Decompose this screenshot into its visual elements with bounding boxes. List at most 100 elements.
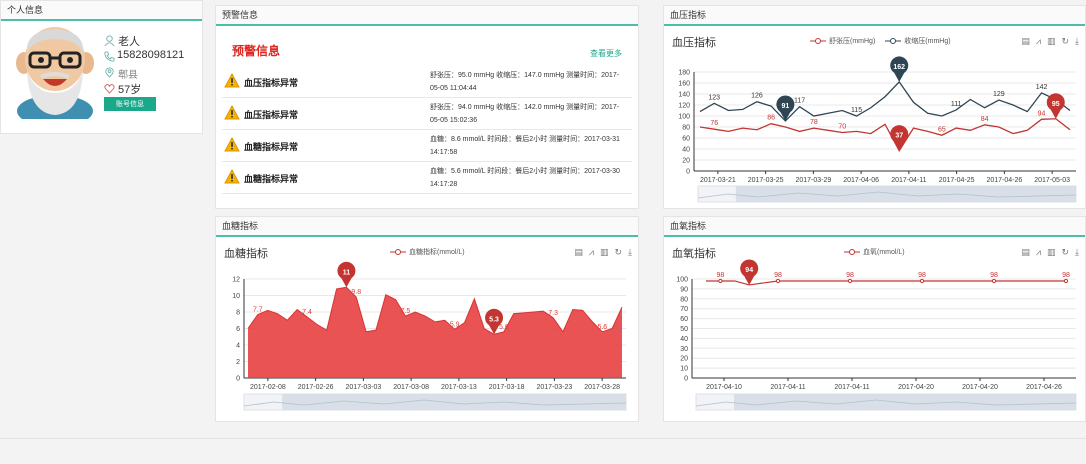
y-tick-label: 2 <box>236 359 240 366</box>
warning-row[interactable]: 血糖指标异常 血糖：5.6 mmol/L 时间段：餐后2小时 测量时间：2017-… <box>222 162 632 194</box>
y-tick-label: 90 <box>680 286 688 293</box>
y-tick-label: 0 <box>236 376 240 383</box>
warning-title: 血压指标异常 <box>244 110 299 120</box>
marker-pin[interactable]: 94 <box>740 259 759 285</box>
marker-pin-label: 5.3 <box>489 316 499 323</box>
profile-age: 57岁 <box>118 84 142 96</box>
marker-pin[interactable]: 162 <box>890 56 909 82</box>
x-tick-label: 2017-03-28 <box>584 384 620 391</box>
data-label: 117 <box>794 98 805 105</box>
x-tick-label: 2017-04-20 <box>898 384 934 391</box>
y-tick-label: 8 <box>236 310 240 317</box>
sugar-panel: 血糖指标 血糖指标 血糖指标(mmol/L) ▤ ⩘ ▥ ↻ ⤓ 0 2 4 6 8 10… <box>215 216 639 422</box>
data-label: 126 <box>751 93 763 100</box>
y-tick-label: 180 <box>678 70 690 77</box>
warning-detail: 舒张压：95.0 mmHg 收缩压：147.0 mmHg 测量时间：2017-0… <box>430 72 620 92</box>
x-tick-label: 2017-03-29 <box>795 177 831 184</box>
x-tick-label: 2017-02-26 <box>298 384 334 391</box>
oxygen-panel-title: 血氧指标 <box>664 217 1085 237</box>
marker-pin[interactable]: 95 <box>1046 93 1065 119</box>
y-tick-label: 10 <box>680 366 688 373</box>
oxygen-chart: 0 10 20 30 40 50 60 70 80 90 100 2017-04-10 2017-04-… <box>676 259 1077 411</box>
marker-pin-label: 37 <box>895 133 903 140</box>
y-tick-label: 4 <box>236 343 240 350</box>
y-tick-label: 60 <box>680 316 688 323</box>
data-label: 76 <box>710 120 718 127</box>
user-icon <box>104 35 115 46</box>
data-label: 98 <box>717 272 725 279</box>
x-tick-label: 2017-03-03 <box>345 384 381 391</box>
data-label: 5.6 <box>499 324 509 331</box>
x-tick-label: 2017-03-23 <box>536 384 572 391</box>
x-tick-label: 2017-03-25 <box>748 177 784 184</box>
marker-pin[interactable]: 91 <box>776 95 795 121</box>
y-tick-label: 20 <box>680 356 688 363</box>
marker-pin-label: 11 <box>343 269 351 276</box>
y-tick-label: 12 <box>232 277 240 284</box>
heart-icon <box>104 84 115 94</box>
y-tick-label: 140 <box>678 92 690 99</box>
warning-row[interactable]: 血压指标异常 舒张压：95.0 mmHg 收缩压：147.0 mmHg 测量时间：… <box>222 66 632 98</box>
sugar-panel-title: 血糖指标 <box>216 217 638 237</box>
y-tick-label: 6 <box>236 326 240 333</box>
x-tick-label: 2017-03-18 <box>489 384 525 391</box>
view-more-link[interactable]: 查看更多 <box>590 48 622 59</box>
diastolic-line <box>699 118 1071 152</box>
y-tick-label: 0 <box>686 169 690 176</box>
marker-pin-label: 95 <box>1052 101 1060 108</box>
avatar <box>16 27 94 119</box>
data-label: 7.7 <box>253 306 263 313</box>
x-tick-label: 2017-03-21 <box>700 177 736 184</box>
sugar-area <box>248 287 622 378</box>
data-label: 98 <box>990 272 998 279</box>
data-label: 7.4 <box>302 309 312 316</box>
data-label: 123 <box>708 94 720 101</box>
data-label: 94 <box>1038 110 1046 117</box>
data-label: 86 <box>767 115 775 122</box>
y-tick-label: 80 <box>682 125 690 132</box>
warning-row[interactable]: 血糖指标异常 血糖：8.6 mmol/L 时间段：餐后2小时 测量时间：2017-… <box>222 130 632 162</box>
marker-pin[interactable]: 11 <box>337 261 356 288</box>
data-label: 98 <box>774 272 782 279</box>
warning-icon <box>224 105 240 120</box>
warning-title: 血压指标异常 <box>244 78 299 88</box>
warning-detail: 血糖：8.6 mmol/L 时间段：餐后2小时 测量时间：2017-03-31 … <box>430 136 620 156</box>
warning-icon <box>224 169 240 184</box>
x-tick-label: 2017-04-26 <box>986 177 1022 184</box>
y-tick-label: 0 <box>684 376 688 383</box>
x-tick-label: 2017-04-11 <box>834 384 869 391</box>
data-label: 98 <box>918 272 926 279</box>
data-label: 129 <box>993 91 1005 98</box>
y-tick-label: 50 <box>680 326 688 333</box>
marker-pin-label: 162 <box>893 64 905 71</box>
oxygen-panel: 血氧指标 血氧指标 血氧(mmol/L) ▤ ⩘ ▥ ↻ ⤓ 0 10 20 30 40… <box>663 216 1086 422</box>
x-tick-label: 2017-04-06 <box>843 177 879 184</box>
location-icon <box>105 67 114 78</box>
y-tick-label: 10 <box>232 293 240 300</box>
warning-heading: 预警信息 <box>232 44 281 58</box>
marker-pin[interactable]: 37 <box>890 125 909 151</box>
bp-panel-title: 血压指标 <box>664 6 1085 26</box>
warning-row[interactable]: 血压指标异常 舒张压：94.0 mmHg 收缩压：142.0 mmHg 测量时间：… <box>222 98 632 130</box>
warning-detail: 血糖：5.6 mmol/L 时间段：餐后2小时 测量时间：2017-03-30 … <box>430 168 620 188</box>
sugar-chart: 0 2 4 6 8 10 12 2017-02-08 2017-02-26 2017-03-03 2… <box>232 261 627 411</box>
x-tick-label: 2017-04-20 <box>962 384 998 391</box>
data-point <box>991 278 997 284</box>
bp-panel: 血压指标 血压指标 舒张压(mmHg) 收缩压(mmHg) ▤ ⩘ ▥ ↻ ⤓ … <box>663 5 1086 209</box>
y-tick-label: 40 <box>680 336 688 343</box>
profile-panel: 个人信息 老人 15828098121 郫县 57岁 账号信息 <box>0 0 203 134</box>
account-info-button[interactable]: 账号信息 <box>104 97 156 111</box>
y-tick-label: 100 <box>676 277 688 284</box>
warning-detail: 舒张压：94.0 mmHg 收缩压：142.0 mmHg 测量时间：2017-0… <box>430 104 620 124</box>
data-label: 7.5 <box>401 308 411 315</box>
x-tick-label: 2017-04-26 <box>1026 384 1062 391</box>
oxygen-line <box>706 280 1066 286</box>
data-point <box>847 278 853 284</box>
data-label: 5.6 <box>597 324 607 331</box>
warning-icon <box>224 137 240 152</box>
data-label: 5.9 <box>450 321 460 328</box>
data-point <box>775 278 781 284</box>
profile-panel-title: 个人信息 <box>1 1 202 21</box>
y-tick-label: 120 <box>678 103 690 110</box>
x-tick-label: 2017-04-11 <box>891 177 926 184</box>
